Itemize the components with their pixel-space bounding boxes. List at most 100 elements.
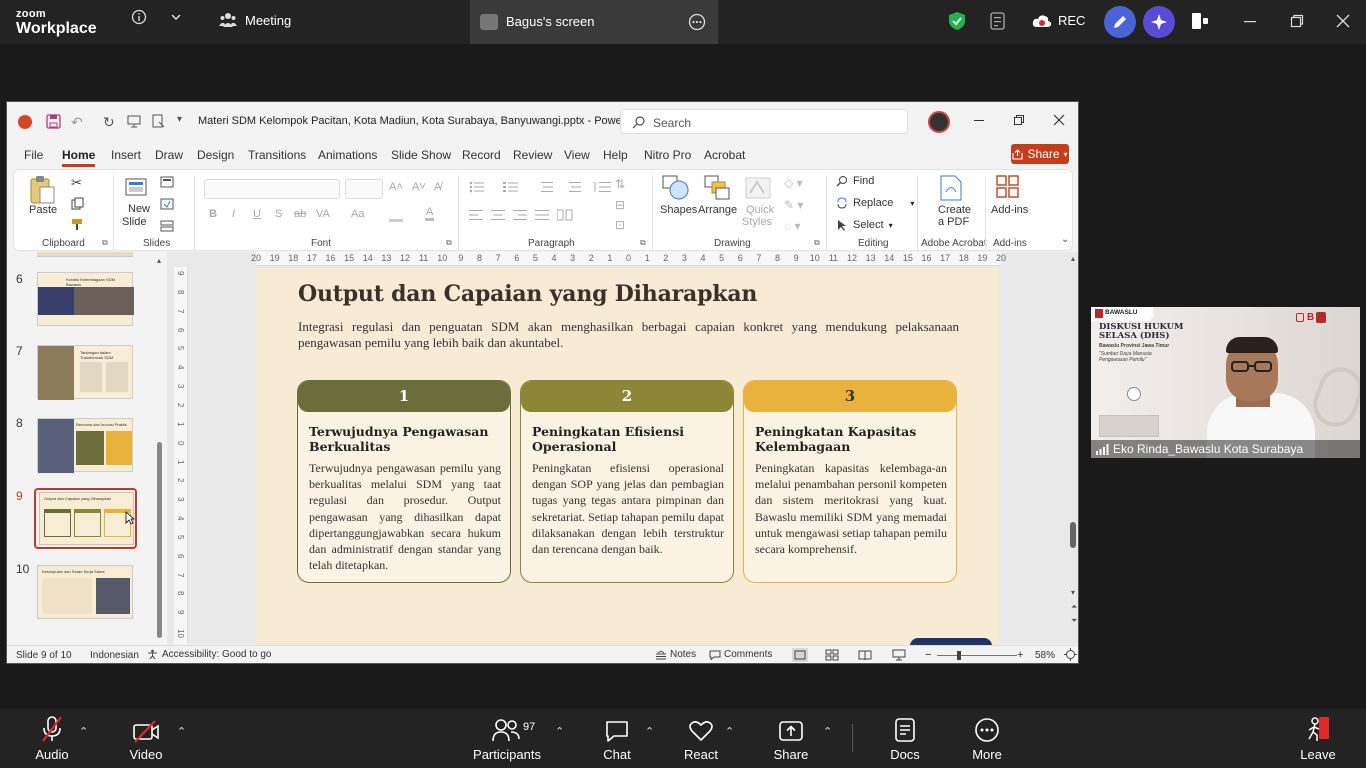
paragraph-launcher-icon[interactable]: ⧉	[640, 238, 646, 248]
recording-indicator[interactable]: REC	[1032, 13, 1085, 28]
increase-indent-icon[interactable]	[565, 181, 581, 193]
arrange-button[interactable]: Arrange	[698, 204, 737, 216]
audio-button[interactable]: Audio	[30, 709, 74, 768]
collapse-ribbon-icon[interactable]: ⌄	[1061, 234, 1069, 245]
more-button[interactable]: More	[965, 709, 1009, 768]
tab-help[interactable]: Help	[603, 148, 628, 162]
next-slide-icon[interactable]: ⏷	[1071, 616, 1077, 626]
shapes-button[interactable]: Shapes	[660, 204, 697, 216]
bold-button[interactable]: B	[209, 208, 217, 220]
add-ins-button[interactable]: Add-ins	[991, 204, 1028, 216]
participants-options-icon[interactable]: ⌃	[555, 725, 564, 738]
paste-button[interactable]: Paste	[29, 204, 57, 216]
quick-styles-icon[interactable]	[745, 175, 771, 204]
tab-view[interactable]: View	[564, 148, 590, 162]
react-options-icon[interactable]: ⌃	[725, 725, 734, 738]
outcome-card-3[interactable]: 3 Peningkatan Kapasitas Kelembagaan Peni…	[743, 380, 957, 583]
slide-thumbnail-9[interactable]: Output dan Capaian yang Diharapkan	[39, 492, 134, 545]
change-case-icon[interactable]: Aa	[351, 208, 364, 220]
justify-icon[interactable]	[535, 209, 549, 221]
slide-thumbnail-6[interactable]: Kondisi Kelembagaan SDM Bawaslu	[37, 272, 134, 326]
slide-thumbnail-10[interactable]: Kesimpulan dan Saran Kerja Sama	[37, 565, 133, 619]
more-options-icon[interactable]	[688, 13, 706, 34]
account-avatar[interactable]	[928, 111, 950, 133]
share-screen-button[interactable]: Share	[769, 709, 813, 768]
reset-icon[interactable]	[160, 198, 174, 213]
replace-button[interactable]: Replace ▾	[836, 197, 914, 209]
qat-more-icon[interactable]: ▾	[177, 114, 182, 125]
char-spacing-icon[interactable]: VA	[316, 208, 330, 220]
add-ins-icon[interactable]	[996, 175, 1020, 202]
tab-slide-show[interactable]: Slide Show	[391, 148, 451, 162]
notes-button[interactable]: Notes	[655, 649, 696, 660]
align-center-icon[interactable]	[491, 209, 505, 221]
shape-fill-icon[interactable]: ◇ ▾	[784, 176, 803, 190]
select-button[interactable]: Select ▾	[836, 219, 893, 231]
canvas-scroll-up-icon[interactable]: ▴	[1071, 254, 1075, 263]
create-pdf-icon[interactable]	[940, 175, 962, 204]
info-icon[interactable]	[131, 9, 147, 29]
new-slide-label-2[interactable]: Slide	[122, 216, 146, 228]
copy-icon[interactable]	[71, 197, 84, 213]
zoom-slider-thumb[interactable]	[957, 651, 961, 660]
ppt-close-icon[interactable]	[1053, 114, 1065, 129]
shadow-button[interactable]: S	[275, 208, 282, 220]
outcome-card-1[interactable]: 1 Terwujudnya Pengawasan Berkualitas Ter…	[297, 380, 511, 583]
create-pdf-label[interactable]: Create	[938, 204, 971, 216]
tab-insert[interactable]: Insert	[111, 148, 141, 162]
tab-file[interactable]: File	[24, 148, 43, 162]
redo-icon[interactable]: ↻	[103, 114, 115, 131]
shape-effects-icon[interactable]: ◌ ▾	[784, 219, 801, 233]
slide-title[interactable]: Output dan Capaian yang Diharapkan	[298, 281, 757, 307]
find-button[interactable]: Find	[836, 175, 874, 187]
align-text-icon[interactable]: ⊟	[615, 198, 625, 212]
thumbnail-scrollbar[interactable]: ▴	[157, 256, 163, 644]
minimize-icon[interactable]	[1243, 14, 1257, 31]
ppt-minimize-icon[interactable]	[973, 114, 985, 129]
smartart-icon[interactable]: ⊡	[615, 218, 625, 232]
text-direction-icon[interactable]: ⇅	[615, 177, 625, 191]
canvas-scroll-thumb[interactable]	[1070, 522, 1076, 548]
slideshow-view-icon[interactable]	[892, 649, 906, 663]
numbering-icon[interactable]	[503, 181, 525, 193]
outcome-card-2[interactable]: 2 Peningkatan Efisiensi Operasional Peni…	[520, 380, 734, 583]
drawing-launcher-icon[interactable]: ⧉	[814, 238, 820, 248]
align-left-icon[interactable]	[469, 209, 483, 221]
clear-format-icon[interactable]: A̸	[434, 181, 441, 193]
react-button[interactable]: React	[680, 709, 722, 768]
audio-options-icon[interactable]: ⌃	[79, 725, 88, 738]
tab-record[interactable]: Record	[462, 148, 501, 162]
increase-font-icon[interactable]: A˄	[389, 181, 403, 193]
chat-options-icon[interactable]: ⌃	[645, 725, 654, 738]
participant-video-tile[interactable]: BAWASLU B DISKUSI HUKUM SELASA (DHS) Baw…	[1091, 307, 1360, 458]
italic-button[interactable]: I	[232, 208, 235, 220]
tab-animations[interactable]: Animations	[318, 148, 377, 162]
bullets-icon[interactable]	[469, 181, 491, 193]
leave-button[interactable]: Leave	[1296, 709, 1340, 768]
screen-share-tab[interactable]: Bagus's screen	[470, 0, 718, 44]
slide-thumbnail-7[interactable]: Tantangan dalam Transformasi SDM	[37, 345, 133, 400]
columns-icon[interactable]	[557, 209, 575, 221]
layout-icon[interactable]	[160, 176, 174, 191]
annotate-pencil-icon[interactable]	[1104, 6, 1136, 38]
clipboard-launcher-icon[interactable]: ⧉	[102, 238, 108, 248]
encryption-shield-icon[interactable]	[948, 11, 966, 34]
share-options-icon[interactable]: ⌃	[823, 725, 832, 738]
ai-companion-icon[interactable]	[1143, 6, 1175, 38]
chevron-down-icon[interactable]	[170, 10, 182, 27]
slide-intro[interactable]: Integrasi regulasi dan penguatan SDM aka…	[298, 319, 959, 351]
line-spacing-icon[interactable]	[593, 181, 615, 193]
format-painter-icon[interactable]	[71, 218, 84, 234]
quick-styles-label-2[interactable]: Styles	[742, 216, 772, 228]
align-right-icon[interactable]	[513, 209, 527, 221]
reading-view-icon[interactable]	[858, 649, 872, 663]
fit-to-window-icon[interactable]	[1064, 648, 1077, 663]
slide-sorter-icon[interactable]	[825, 649, 839, 663]
save-icon[interactable]	[46, 114, 61, 132]
tab-nitro-pro[interactable]: Nitro Pro	[644, 148, 691, 162]
close-icon[interactable]	[1336, 14, 1350, 31]
video-options-icon[interactable]: ⌃	[177, 725, 186, 738]
normal-view-icon[interactable]	[792, 648, 808, 662]
shape-outline-icon[interactable]: ✎ ▾	[784, 198, 803, 212]
meeting-tab[interactable]: Meeting	[219, 12, 291, 28]
